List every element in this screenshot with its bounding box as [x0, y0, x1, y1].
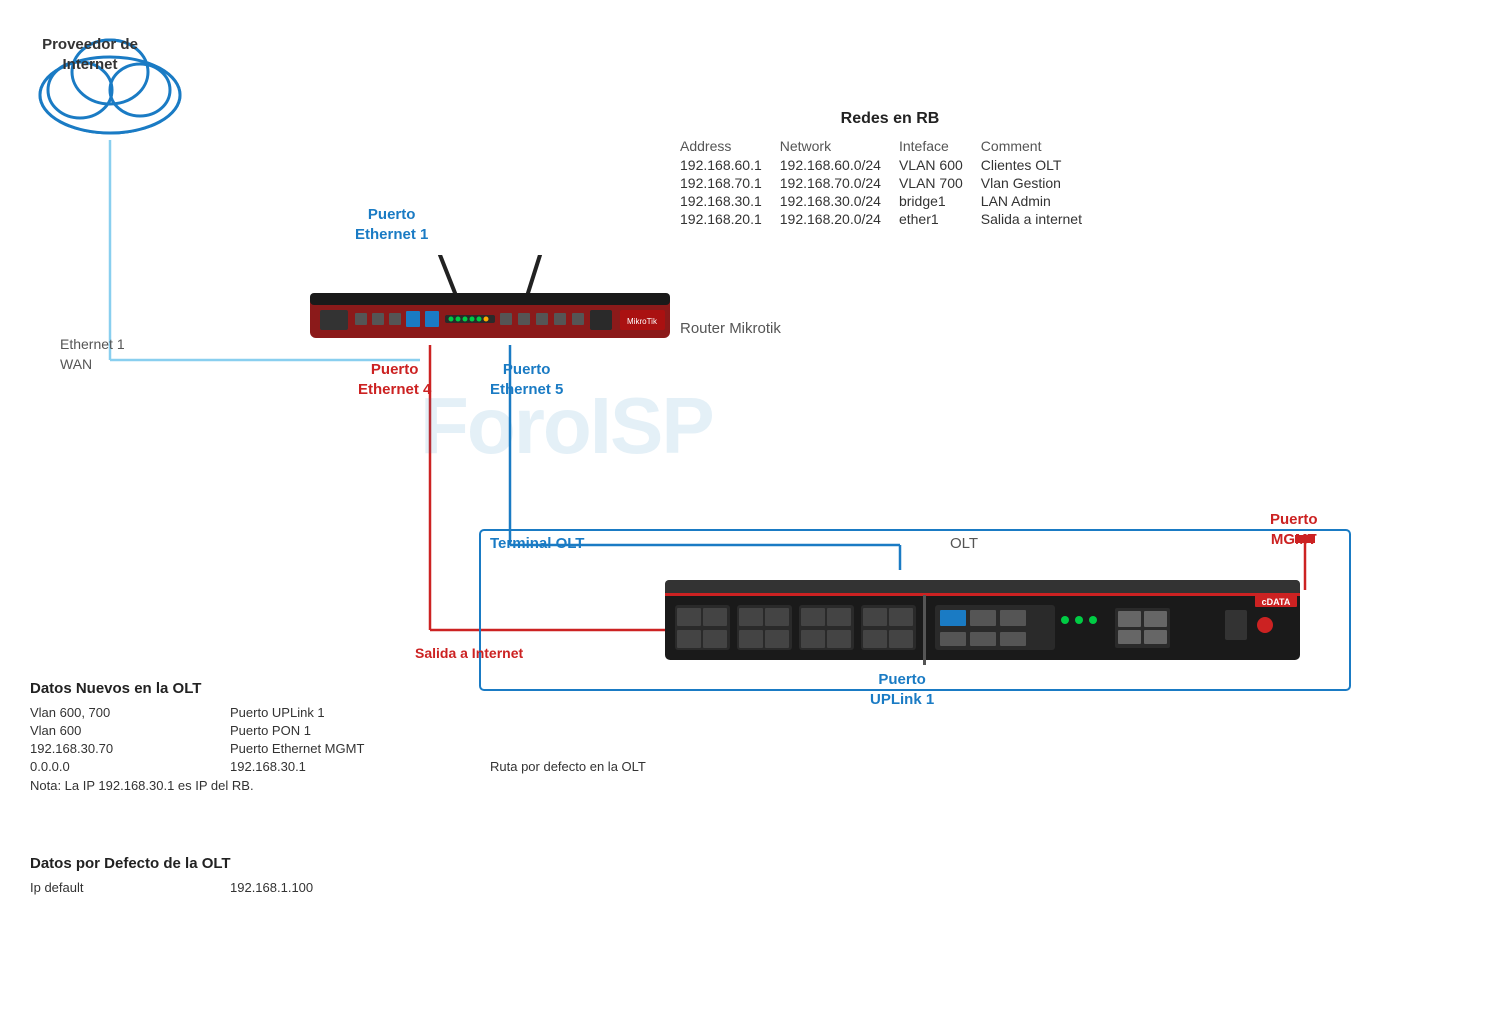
table-cell: 192.168.70.1 — [680, 174, 780, 192]
datos-col1: Vlan 600, 700 — [30, 705, 170, 720]
datos-col3: Ruta por defecto en la OLT — [490, 759, 646, 774]
datos-col2: Puerto UPLink 1 — [230, 705, 430, 720]
router-mikrotik-label: Router Mikrotik — [680, 320, 781, 337]
datos-nuevos-title: Datos Nuevos en la OLT — [30, 680, 646, 697]
datos-col1: 192.168.30.70 — [30, 741, 170, 756]
table-cell: Clientes OLT — [981, 156, 1100, 174]
olt-device: cDATA — [665, 570, 1305, 670]
datos-nota: Nota: La IP 192.168.30.1 es IP del RB. — [30, 778, 646, 793]
redes-rb-title: Redes en RB — [680, 110, 1100, 128]
datos-nuevos-section: Datos Nuevos en la OLT Vlan 600, 700 Puer… — [30, 680, 646, 793]
datos-col2: Puerto Ethernet MGMT — [230, 741, 430, 756]
table-cell: Vlan Gestion — [981, 174, 1100, 192]
table-cell: Salida a internet — [981, 210, 1100, 228]
puerto-eth4-label: Puerto Ethernet 4 — [358, 360, 431, 399]
salida-internet-label: Salida a Internet — [415, 645, 523, 661]
svg-text:MikroTik: MikroTik — [627, 317, 658, 326]
terminal-olt-label: Terminal OLT — [490, 535, 584, 552]
table-cell: VLAN 600 — [899, 156, 981, 174]
table-cell: 192.168.20.0/24 — [780, 210, 899, 228]
table-cell: 192.168.30.1 — [680, 192, 780, 210]
datos-row: 0.0.0.0 192.168.30.1 Ruta por defecto en l… — [30, 759, 646, 774]
defecto-col1: Ip default — [30, 880, 170, 895]
table-cell: 192.168.60.0/24 — [780, 156, 899, 174]
datos-col1: 0.0.0.0 — [30, 759, 170, 774]
datos-col2: Puerto PON 1 — [230, 723, 430, 738]
col-header-address: Address — [680, 136, 780, 156]
datos-row: Vlan 600, 700 Puerto UPLink 1 — [30, 705, 646, 720]
redes-rb-table: Address Network Inteface Comment 192.168… — [680, 136, 1100, 228]
datos-defecto-section: Datos por Defecto de la OLT Ip default 19… — [30, 855, 313, 895]
datos-col2: 192.168.30.1 — [230, 759, 430, 774]
cloud-label: Proveedor de Internet — [40, 35, 140, 74]
datos-defecto-row: Ip default 192.168.1.100 — [30, 880, 313, 895]
table-cell: 192.168.70.0/24 — [780, 174, 899, 192]
puerto-mgmt-label: Puerto MGMT — [1270, 510, 1318, 549]
datos-defecto-title: Datos por Defecto de la OLT — [30, 855, 313, 872]
eth1-wan-label: Ethernet 1 WAN — [60, 335, 125, 374]
table-cell: LAN Admin — [981, 192, 1100, 210]
olt-label: OLT — [950, 535, 978, 552]
table-cell: ether1 — [899, 210, 981, 228]
table-cell: 192.168.60.1 — [680, 156, 780, 174]
defecto-col2: 192.168.1.100 — [230, 880, 313, 895]
puerto-eth5-label: Puerto Ethernet 5 — [490, 360, 563, 399]
datos-row: Vlan 600 Puerto PON 1 — [30, 723, 646, 738]
datos-row: 192.168.30.70 Puerto Ethernet MGMT — [30, 741, 646, 756]
col-header-comment: Comment — [981, 136, 1100, 156]
table-cell: VLAN 700 — [899, 174, 981, 192]
watermark: ForoISP — [420, 380, 713, 472]
puerto-eth1-label: Puerto Ethernet 1 — [355, 205, 428, 244]
col-header-interface: Inteface — [899, 136, 981, 156]
router-device: MikroTik — [300, 255, 680, 345]
svg-text:cDATA: cDATA — [1262, 597, 1291, 607]
col-header-network: Network — [780, 136, 899, 156]
table-cell: 192.168.30.0/24 — [780, 192, 899, 210]
table-cell: 192.168.20.1 — [680, 210, 780, 228]
puerto-uplink1-label: Puerto UPLink 1 — [870, 670, 934, 709]
table-cell: bridge1 — [899, 192, 981, 210]
redes-rb-section: Redes en RB Address Network Inteface Com… — [680, 110, 1100, 228]
datos-col1: Vlan 600 — [30, 723, 170, 738]
